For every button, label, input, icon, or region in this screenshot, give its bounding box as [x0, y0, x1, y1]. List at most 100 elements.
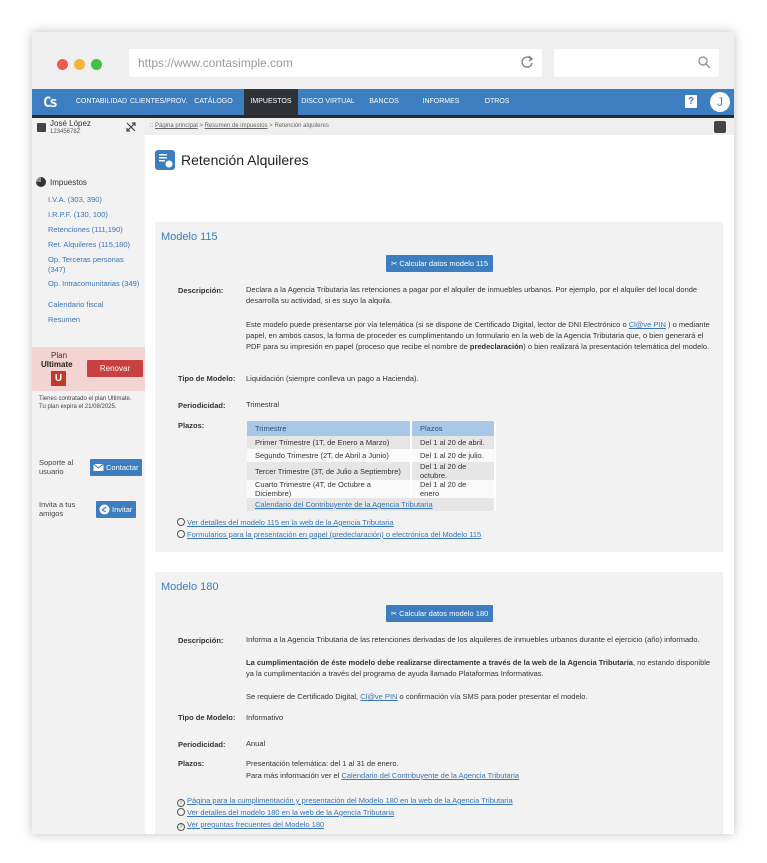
help-icon[interactable]: ?: [685, 95, 697, 108]
desc-label: Descripción:: [178, 286, 224, 295]
link-180-cumplimentacion-text[interactable]: Página para la cumplimentación y present…: [187, 796, 513, 805]
nav-informes[interactable]: INFORMES: [417, 89, 465, 115]
avatar[interactable]: J: [710, 92, 730, 112]
sidebar-item-retenciones[interactable]: Retenciones (111,190): [48, 225, 123, 234]
breadcrumb-home[interactable]: Página principal: [155, 123, 198, 129]
nav-impuestos[interactable]: IMPUESTOS: [244, 89, 298, 115]
desc-115-p2-a: Este modelo puede presentarse por vía te…: [246, 320, 629, 329]
desc-115-p2: Este modelo puede presentarse por vía te…: [246, 319, 716, 352]
tipo-label: Tipo de Modelo:: [178, 374, 236, 383]
desc-180-p3-b: o confirmación vía SMS para poder presen…: [397, 692, 588, 701]
desc-180-p2-bold: La cumplimentación de éste modelo debe r…: [246, 658, 633, 667]
nav-otros[interactable]: OTROS: [477, 89, 517, 115]
nav-catalogo[interactable]: CATÁLOGO: [187, 89, 240, 115]
plazos-label: Plazos:: [178, 421, 205, 430]
plan-note-line-2: Tu plan expira el 21/08/2025.: [39, 404, 117, 410]
sidebar-item-irpf[interactable]: I.R.P.F. (130, 100): [48, 210, 108, 219]
plan-box: Plan Ultimate U Renovar: [32, 347, 145, 391]
link-115-detalles-text[interactable]: Ver detalles del modelo 115 en la web de…: [187, 518, 394, 527]
table-cell: Del 1 al 20 de abril.: [411, 436, 496, 449]
browser-search-bar[interactable]: [554, 49, 719, 77]
desc-label: Descripción:: [178, 636, 224, 645]
invite-button-label: Invitar: [112, 505, 133, 514]
nav-contabilidad[interactable]: CONTABILIDAD: [74, 89, 129, 115]
support-text: Soporte al usuario: [39, 458, 73, 476]
breadcrumb-prefix: ::: [150, 123, 154, 129]
nav-clientes[interactable]: CLIENTES/PROV.: [130, 89, 187, 115]
modelo-115-card: Modelo 115 ✂ Calcular datos modelo 115 D…: [155, 222, 723, 552]
link-115-formularios[interactable]: Formularios para la presentación en pape…: [177, 530, 481, 539]
support-text-line-2: usuario: [39, 467, 64, 476]
modelo-115-title: Modelo 115: [161, 231, 218, 243]
invite-button[interactable]: Invitar: [96, 501, 136, 518]
globe-icon: [177, 808, 185, 816]
sidebar-item-ret-alquileres[interactable]: Ret. Alquileres (115,180): [48, 240, 130, 249]
user-name: José López: [50, 119, 91, 128]
plazos-180-line-2: Para más información ver el Calendario d…: [246, 770, 716, 781]
sidebar-item-resumen[interactable]: Resumen: [48, 315, 80, 324]
calendar-link[interactable]: Calendario del Contribuyente de la Agenc…: [255, 500, 433, 509]
periodicidad-label: Periodicidad:: [178, 401, 226, 410]
reload-icon[interactable]: [520, 55, 534, 69]
table-header-plazos: Plazos: [411, 421, 496, 436]
calc-115-label: Calcular datos modelo 115: [399, 259, 489, 268]
sidebar-item-intracomunitarias[interactable]: Op. Intracomunitarias (349): [48, 279, 139, 288]
contact-button[interactable]: Contactar: [90, 459, 142, 476]
contasimple-logo[interactable]: Cs: [43, 94, 59, 112]
minimize-window-button[interactable]: [74, 59, 85, 70]
user-card-icon: [37, 123, 46, 132]
table-row: Cuarto Trimestre (4T, de Octubre a Dicie…: [247, 480, 496, 498]
link-180-cumplimentacion[interactable]: i Página para la cumplimentación y presen…: [177, 796, 513, 807]
link-115-detalles[interactable]: Ver detalles del modelo 115 en la web de…: [177, 518, 394, 527]
link-180-faq-text[interactable]: Ver preguntas frecuentes del Modelo 180: [187, 820, 324, 829]
sidebar-item-terceras-personas-code[interactable]: (347): [48, 265, 66, 274]
close-window-button[interactable]: [57, 59, 68, 70]
desc-180-p2: La cumplimentación de éste modelo debe r…: [246, 657, 716, 679]
modelo-180-card: Modelo 180 ✂ Calcular datos modelo 180 D…: [155, 572, 723, 834]
table-row: Tercer Trimestre (3T, de Julio a Septiem…: [247, 462, 496, 480]
info-icon: i: [177, 799, 185, 807]
plan-label: Plan: [51, 351, 68, 360]
sidebar: José López 12345678Z Impuestos I.V.A. (3…: [32, 118, 145, 834]
calc-180-button[interactable]: ✂ Calcular datos modelo 180: [386, 605, 493, 622]
desc-115-p1: Declara a la Agencia Tributaria las rete…: [246, 285, 698, 305]
sidebar-item-calendario[interactable]: Calendario fiscal: [48, 300, 103, 309]
switch-company-icon[interactable]: [126, 122, 136, 132]
nav-bancos[interactable]: BANCOS: [362, 89, 406, 115]
table-header-trimestre: Trimestre: [247, 421, 412, 436]
invite-text-line-2: amigos: [39, 509, 64, 518]
calc-115-button[interactable]: ✂ Calcular datos modelo 115: [386, 255, 493, 272]
maximize-window-button[interactable]: [91, 59, 102, 70]
search-icon[interactable]: [714, 121, 726, 133]
plazos-180-line-2-text: Para más información ver el: [246, 771, 342, 780]
search-icon: [698, 56, 711, 69]
link-180-faq[interactable]: ? Ver preguntas frecuentes del Modelo 180: [177, 820, 324, 831]
plazos-180-line-1: Presentación telemática: del 1 al 31 de …: [246, 759, 399, 768]
table-cell: Primer Trimestre (1T, de Enero a Marzo): [247, 436, 412, 449]
sidebar-item-terceras-personas[interactable]: Op. Terceras personas: [48, 255, 124, 264]
tipo-180-value: Informativo: [246, 713, 284, 722]
periodicidad-label: Periodicidad:: [178, 740, 226, 749]
nav-disco-virtual[interactable]: DISCO VIRTUAL: [300, 89, 356, 115]
page-title-text: Retención Alquileres: [181, 152, 309, 168]
renew-button[interactable]: Renovar: [87, 360, 143, 377]
clave-pin-link[interactable]: Cl@ve PIN: [629, 320, 666, 329]
globe-icon: [177, 530, 185, 538]
calendar-link[interactable]: Calendario del Contribuyente de la Agenc…: [341, 771, 519, 780]
link-115-formularios-text[interactable]: Formularios para la presentación en pape…: [187, 530, 481, 539]
link-180-detalles-text[interactable]: Ver detalles del modelo 180 en la web de…: [187, 808, 394, 817]
support-text-line-1: Soporte al: [39, 458, 74, 467]
sidebar-item-iva[interactable]: I.V.A. (303, 390): [48, 195, 102, 204]
breadcrumb-parent[interactable]: Resumen de impuestos: [205, 123, 268, 129]
browser-chrome: https://www.contasimple.com: [32, 32, 734, 89]
clave-pin-link[interactable]: Cl@ve PIN: [360, 692, 397, 701]
table-cell: Segundo Trimestre (2T, de Abril a Junio): [247, 449, 412, 462]
user-info: José López 12345678Z: [32, 118, 145, 138]
table-cell: Tercer Trimestre (3T, de Julio a Septiem…: [247, 462, 412, 480]
url-bar[interactable]: https://www.contasimple.com: [129, 49, 542, 77]
calendar-link-cell: Calendario del Contribuyente de la Agenc…: [247, 498, 496, 511]
contact-button-label: Contactar: [106, 463, 139, 472]
breadcrumb-current: Retención alquileres: [274, 123, 329, 129]
desc-115-p2-bold: predeclaración: [469, 342, 524, 351]
link-180-detalles[interactable]: Ver detalles del modelo 180 en la web de…: [177, 808, 394, 817]
